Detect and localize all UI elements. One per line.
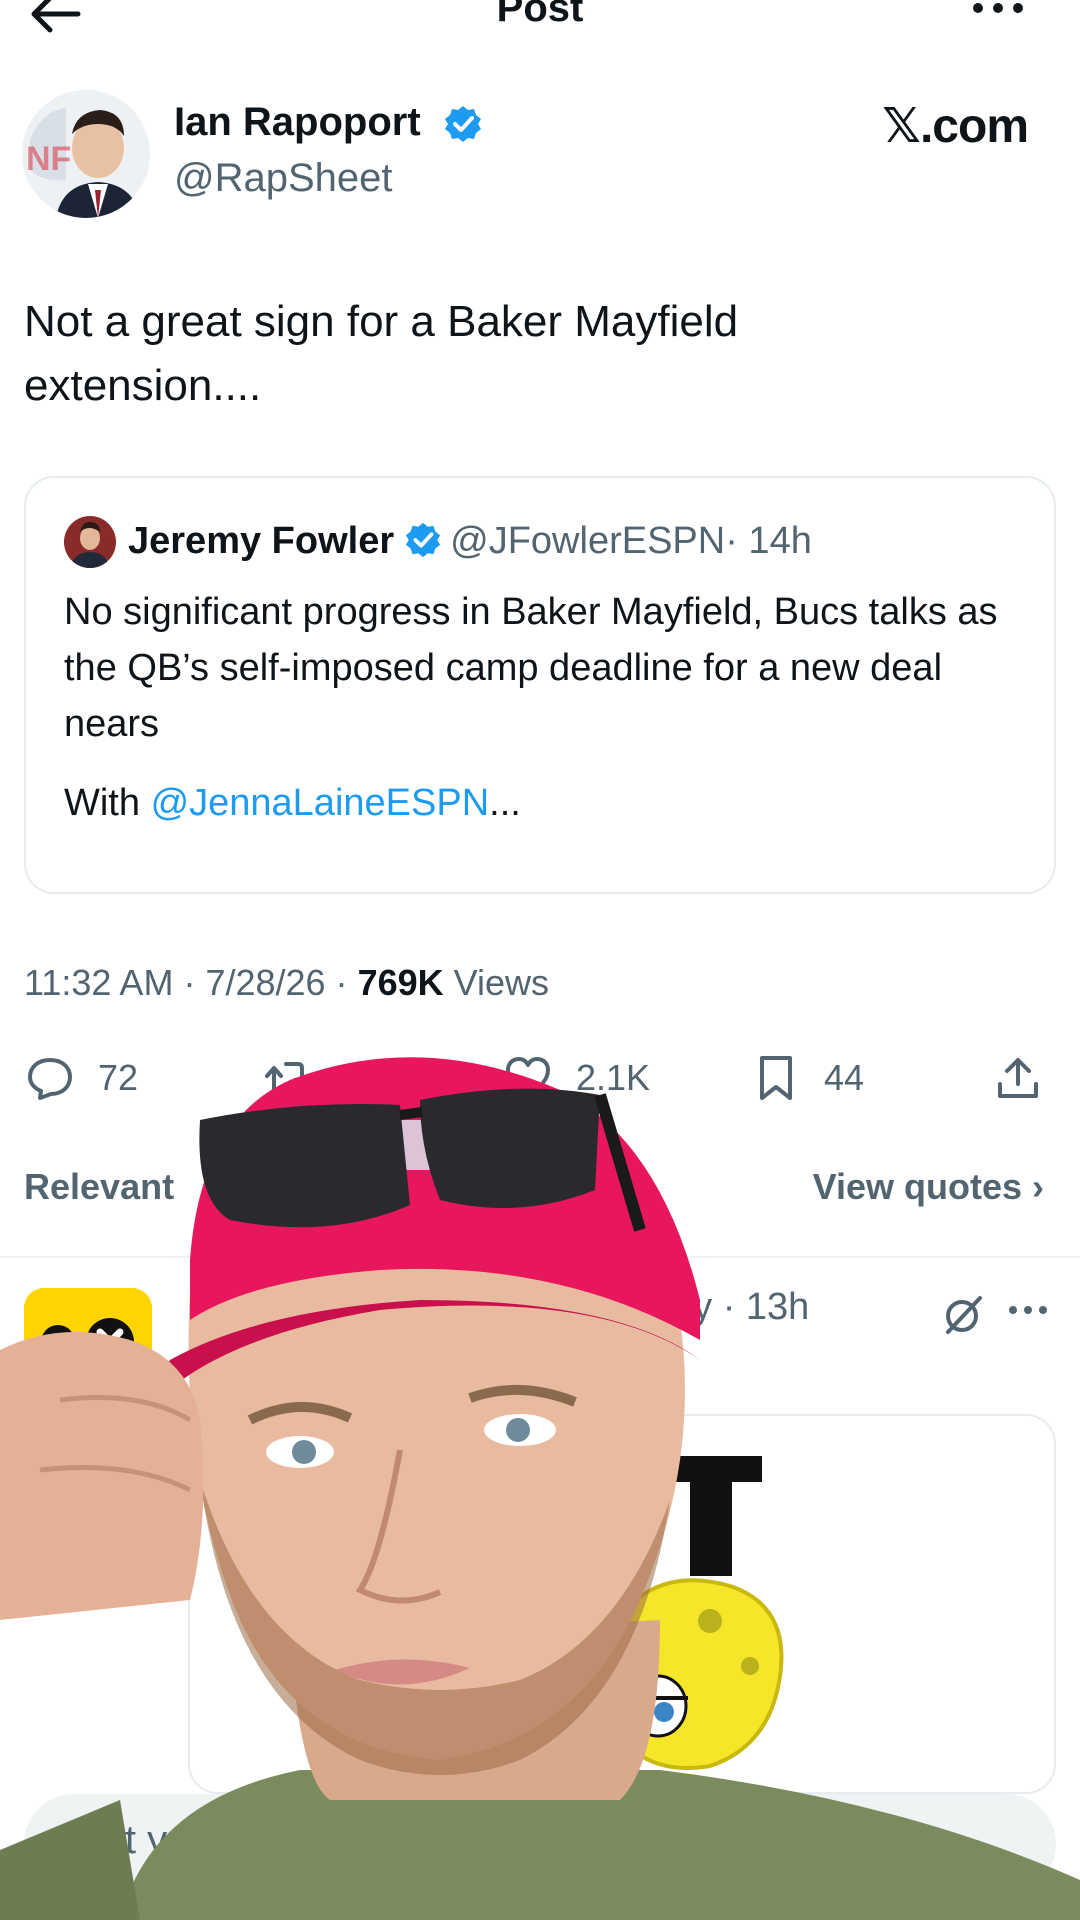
reply-avatar[interactable] — [24, 1288, 152, 1416]
quote-time: · 14h — [725, 520, 812, 562]
quoted-post-card[interactable]: Jeremy Fowler @JFowlerESPN· 14h No signi… — [24, 476, 1056, 894]
reply-icon — [28, 1058, 72, 1100]
quote-header: Jeremy Fowler @JFowlerESPN· 14h — [128, 520, 812, 563]
like-icon — [506, 1057, 550, 1098]
quote-text: No significant progress in Baker Mayfiel… — [64, 591, 998, 745]
post-timestamp: 11:32 AM · 7/28/26 · 769K Views — [24, 962, 549, 1004]
bookmark-button[interactable]: 44 — [752, 1054, 864, 1102]
verified-icon — [445, 106, 481, 142]
author-avatar[interactable]: NF — [22, 90, 150, 218]
bookmark-count: 44 — [824, 1057, 865, 1098]
reply-time: ay · 13h — [672, 1286, 810, 1328]
quote-author-name[interactable]: Jeremy Fowler — [128, 520, 394, 562]
share-button[interactable] — [994, 1054, 1066, 1102]
author-name[interactable]: Ian Rapoport — [174, 100, 421, 145]
reply-button[interactable]: 72 — [26, 1054, 138, 1102]
quote-with-line: With @JennaLaineESPN... — [64, 782, 521, 825]
like-count: 2.1K — [576, 1057, 651, 1098]
grok-icon[interactable] — [938, 1290, 986, 1338]
post-time: 11:32 AM — [24, 962, 174, 1003]
view-quotes-link[interactable]: View quotes › — [813, 1166, 1044, 1208]
bookmark-icon — [760, 1056, 792, 1100]
more-icon[interactable] — [1006, 1300, 1050, 1320]
post-date: · 7/28/26 · — [183, 962, 348, 1003]
reply-composer[interactable]: Post your — [24, 1794, 1056, 1894]
views-label: Views — [453, 962, 550, 1003]
page-title: Post — [496, 0, 584, 30]
svg-text:NF: NF — [26, 140, 71, 178]
verified-icon — [406, 522, 441, 558]
quote-author-handle[interactable]: @JFowlerESPN — [450, 520, 725, 562]
sort-relevant-button[interactable]: Relevant — [24, 1166, 174, 1208]
reply-count: 72 — [98, 1057, 139, 1098]
author-handle[interactable]: @RapSheet — [174, 156, 393, 201]
quote-with-label: With — [64, 782, 151, 824]
like-button[interactable]: 2.1K — [504, 1054, 650, 1102]
more-icon[interactable] — [968, 0, 1028, 18]
repost-icon — [265, 1062, 311, 1094]
repost-button[interactable]: 107 — [264, 1054, 396, 1102]
views-count[interactable]: 769K — [358, 962, 444, 1003]
mention-link[interactable]: @JennaLaineESPN — [151, 782, 490, 824]
reply-media-image[interactable] — [188, 1414, 1056, 1794]
post-text: Not a great sign for a Baker Mayfield ex… — [24, 290, 1024, 418]
quote-ellipsis: ... — [489, 782, 521, 824]
post-text-line: extension.... — [24, 361, 262, 410]
share-icon — [998, 1058, 1038, 1098]
watermark-text: 𝕏.com — [882, 100, 1029, 153]
divider — [0, 1256, 1080, 1258]
repost-count: 107 — [336, 1057, 397, 1098]
quote-author-avatar — [64, 516, 116, 568]
composer-placeholder: Post your — [56, 1818, 225, 1862]
top-bar: Post — [0, 0, 1080, 40]
post-text-line: Not a great sign for a Baker Mayfield — [24, 297, 739, 346]
